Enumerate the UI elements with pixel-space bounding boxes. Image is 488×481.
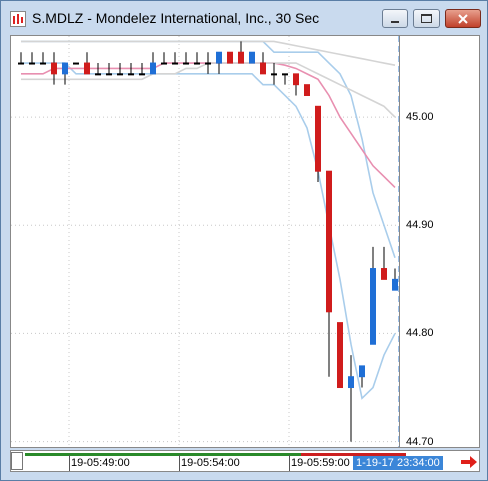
candle-body [337, 322, 343, 389]
candle-body [304, 84, 310, 96]
candle-body [139, 73, 145, 76]
candle-body [29, 62, 35, 65]
y-tick-label: 45.00 [406, 111, 434, 124]
candle-body [315, 105, 321, 172]
minimize-button[interactable] [382, 9, 408, 28]
time-axis[interactable]: 19-05:49:00 19-05:54:00 19-05:59:00 1-19… [10, 450, 480, 472]
maximize-button[interactable] [413, 9, 440, 28]
candle-body [73, 62, 79, 65]
x-tick-label: 19-05:49:00 [71, 457, 130, 469]
candle-body [84, 62, 90, 75]
candle-body [348, 376, 354, 389]
candle-body [18, 62, 24, 65]
candle-body [205, 62, 211, 65]
scroll-right-button[interactable] [458, 452, 480, 472]
candle-body [249, 51, 255, 64]
price-plot[interactable] [10, 35, 400, 448]
title-bar[interactable]: S.MDLZ - Mondelez International, Inc., 3… [1, 1, 487, 35]
y-tick-label: 44.70 [406, 435, 434, 448]
candle-body [260, 62, 266, 75]
close-icon [458, 13, 468, 24]
candle-body [238, 51, 244, 64]
candle-body [293, 73, 299, 86]
candle-body [150, 62, 156, 75]
price-chart-svg [11, 36, 400, 447]
y-tick-label: 44.90 [406, 219, 434, 232]
candle-body [216, 51, 222, 64]
candle-body [271, 73, 277, 76]
maximize-icon [421, 14, 432, 23]
x-tick [289, 455, 290, 471]
candle-body [381, 268, 387, 280]
x-tick [179, 455, 180, 471]
candle-body [95, 73, 101, 76]
candle-body [359, 365, 365, 378]
candle-body [62, 62, 68, 75]
candle-body [282, 73, 288, 76]
window-title: S.MDLZ - Mondelez International, Inc., 3… [32, 10, 320, 26]
candle-body [326, 170, 332, 313]
candle-body [106, 73, 112, 76]
cursor-time-label: 1-19-17 23:34:00 [353, 456, 443, 470]
chart-window: S.MDLZ - Mondelez International, Inc., 3… [0, 0, 488, 481]
minimize-icon [391, 20, 399, 23]
candle-body [128, 73, 134, 76]
x-tick [69, 455, 70, 471]
x-tick-label: 19-05:59:00 [291, 457, 350, 469]
chart-app-icon[interactable] [10, 11, 26, 27]
arrow-right-icon [461, 456, 477, 468]
candle-body [40, 62, 46, 65]
candle-body [183, 62, 189, 65]
candle-body [370, 268, 376, 345]
candle-body [227, 51, 233, 64]
candle-body [117, 73, 123, 76]
y-tick-label: 44.80 [406, 327, 434, 340]
price-axis[interactable]: 45.00 44.90 44.80 44.70 [400, 35, 480, 448]
candle-body [172, 62, 178, 65]
close-button[interactable] [445, 9, 481, 28]
scroll-handle[interactable] [11, 452, 23, 470]
overlay-ma-pink [21, 62, 396, 188]
candle-body [51, 62, 57, 75]
candle-body [194, 62, 200, 65]
candle-body [161, 62, 167, 65]
candle-body [392, 278, 398, 291]
x-tick-label: 19-05:54:00 [181, 457, 240, 469]
